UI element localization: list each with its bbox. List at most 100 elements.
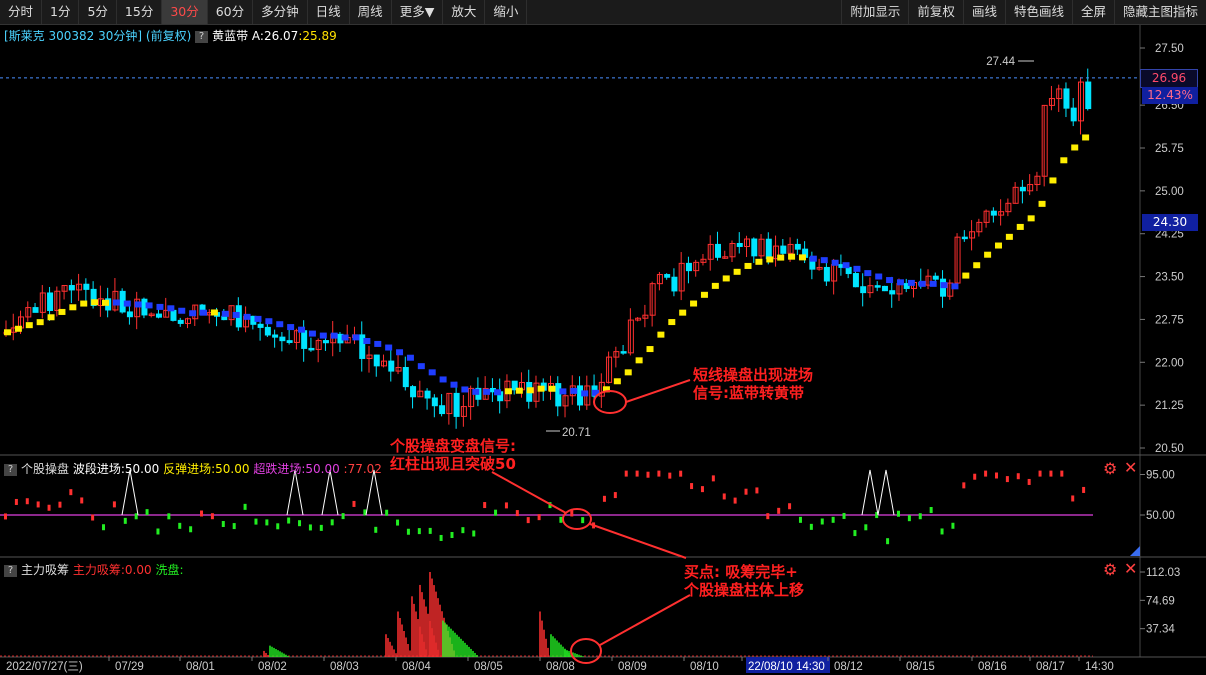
candle-body — [874, 285, 881, 288]
osc-bar — [330, 519, 334, 526]
band-block — [385, 344, 393, 351]
help-icon[interactable]: ? — [4, 564, 17, 577]
candle-body — [424, 390, 431, 399]
x-tick-label: 08/17 — [1036, 661, 1065, 673]
band-block — [744, 262, 752, 269]
help-icon[interactable]: ? — [4, 463, 17, 476]
candle-body — [264, 326, 271, 336]
candle-body — [68, 285, 75, 291]
annotation-change-signal: 个股操盘变盘信号: 红柱出现且突破50 — [390, 437, 516, 473]
annotation-pointer — [589, 523, 687, 559]
y-tick-label: 22.00 — [1155, 357, 1184, 369]
band-block — [47, 314, 55, 321]
band-block — [809, 255, 817, 262]
settings-gear-icon[interactable]: ⚙ — [1103, 459, 1117, 478]
band-block — [755, 258, 763, 265]
osc-bar — [472, 530, 476, 537]
band-block — [831, 259, 839, 266]
vol-tick-label: 112.03 — [1146, 567, 1180, 579]
band-block — [886, 277, 894, 284]
osc-bar — [994, 472, 998, 479]
candle-body — [823, 266, 830, 282]
osc-bar — [189, 526, 193, 533]
candle-body — [1019, 186, 1026, 192]
annotation-buy-point: 买点: 吸筹完毕+ 个股操盘柱体上移 — [684, 563, 804, 599]
band-block — [178, 307, 186, 314]
close-icon[interactable]: ✕ — [1124, 458, 1137, 477]
osc-bar — [766, 513, 770, 520]
band-block — [907, 279, 915, 286]
current-pct-badge: 12.43% — [1142, 87, 1198, 104]
osc-bar — [265, 519, 269, 526]
band-block — [69, 304, 77, 311]
help-box[interactable]: ? — [195, 30, 209, 43]
osc-bar — [156, 528, 160, 535]
osc-bar — [788, 503, 792, 510]
osc-signal-peak — [877, 469, 895, 516]
band-block — [788, 253, 796, 260]
annotation-circle — [593, 390, 627, 414]
candle-body — [685, 262, 692, 272]
band-block — [853, 265, 861, 272]
osc-bar — [929, 506, 933, 513]
annotation-circle — [562, 508, 592, 530]
band-block — [341, 334, 349, 341]
y-tick-label: 25.00 — [1155, 186, 1184, 198]
osc-bar — [1082, 486, 1086, 493]
band-block — [962, 272, 970, 279]
candle-body — [155, 313, 162, 318]
osc-name: 个股操盘 — [21, 462, 70, 476]
band-block — [406, 354, 414, 361]
y-tick-label: 22.75 — [1155, 314, 1184, 326]
candle-body — [83, 283, 90, 290]
band-block — [559, 388, 567, 395]
osc-bar — [515, 510, 519, 517]
band-block — [864, 270, 872, 277]
band-block — [287, 324, 295, 331]
osc-bar — [613, 492, 617, 499]
vol-panel-title: ? 主力吸筹 主力吸筹:0.00 洗盘: — [4, 561, 183, 578]
x-tick-label: 07/29 — [115, 661, 144, 673]
x-tick-label: 08/04 — [402, 661, 431, 673]
osc-bar — [624, 470, 628, 477]
candle-body — [308, 347, 315, 351]
band-block — [461, 386, 469, 393]
candle-body — [47, 292, 54, 311]
high-label: 27.44 — [986, 56, 1015, 68]
osc-bar — [80, 497, 84, 504]
close-icon[interactable]: ✕ — [1124, 559, 1137, 578]
osc-bar — [232, 523, 236, 530]
band-block — [548, 385, 556, 392]
osc-bar — [777, 507, 781, 514]
osc-bar — [396, 519, 400, 526]
band-block — [711, 282, 719, 289]
band-block — [123, 300, 131, 307]
candle-body — [664, 274, 671, 278]
osc-bar — [1027, 478, 1031, 485]
candle-body — [410, 386, 417, 398]
osc-bar — [58, 501, 62, 508]
band-block — [570, 387, 578, 394]
osc-bar — [385, 509, 389, 516]
marker-price-badge: 24.30 — [1142, 214, 1198, 231]
band-block — [396, 349, 404, 356]
osc-bar — [722, 493, 726, 500]
band-block — [679, 309, 687, 316]
osc-bar — [102, 524, 106, 531]
band-block — [298, 326, 306, 333]
osc-bar — [200, 510, 204, 517]
osc-bar — [25, 498, 29, 505]
band-block — [145, 302, 153, 309]
osc-bar — [91, 514, 95, 521]
osc-bar — [1038, 470, 1042, 477]
osc-bar — [1005, 476, 1009, 483]
band-block — [221, 310, 229, 317]
candle-body — [794, 243, 801, 250]
band-block — [4, 329, 11, 336]
settings-gear-icon[interactable]: ⚙ — [1103, 560, 1117, 579]
osc-bar — [602, 495, 606, 502]
vol-name: 主力吸筹 — [21, 563, 70, 577]
osc-bar — [690, 483, 694, 490]
osc-bar — [36, 501, 40, 508]
candle-body — [751, 238, 758, 257]
